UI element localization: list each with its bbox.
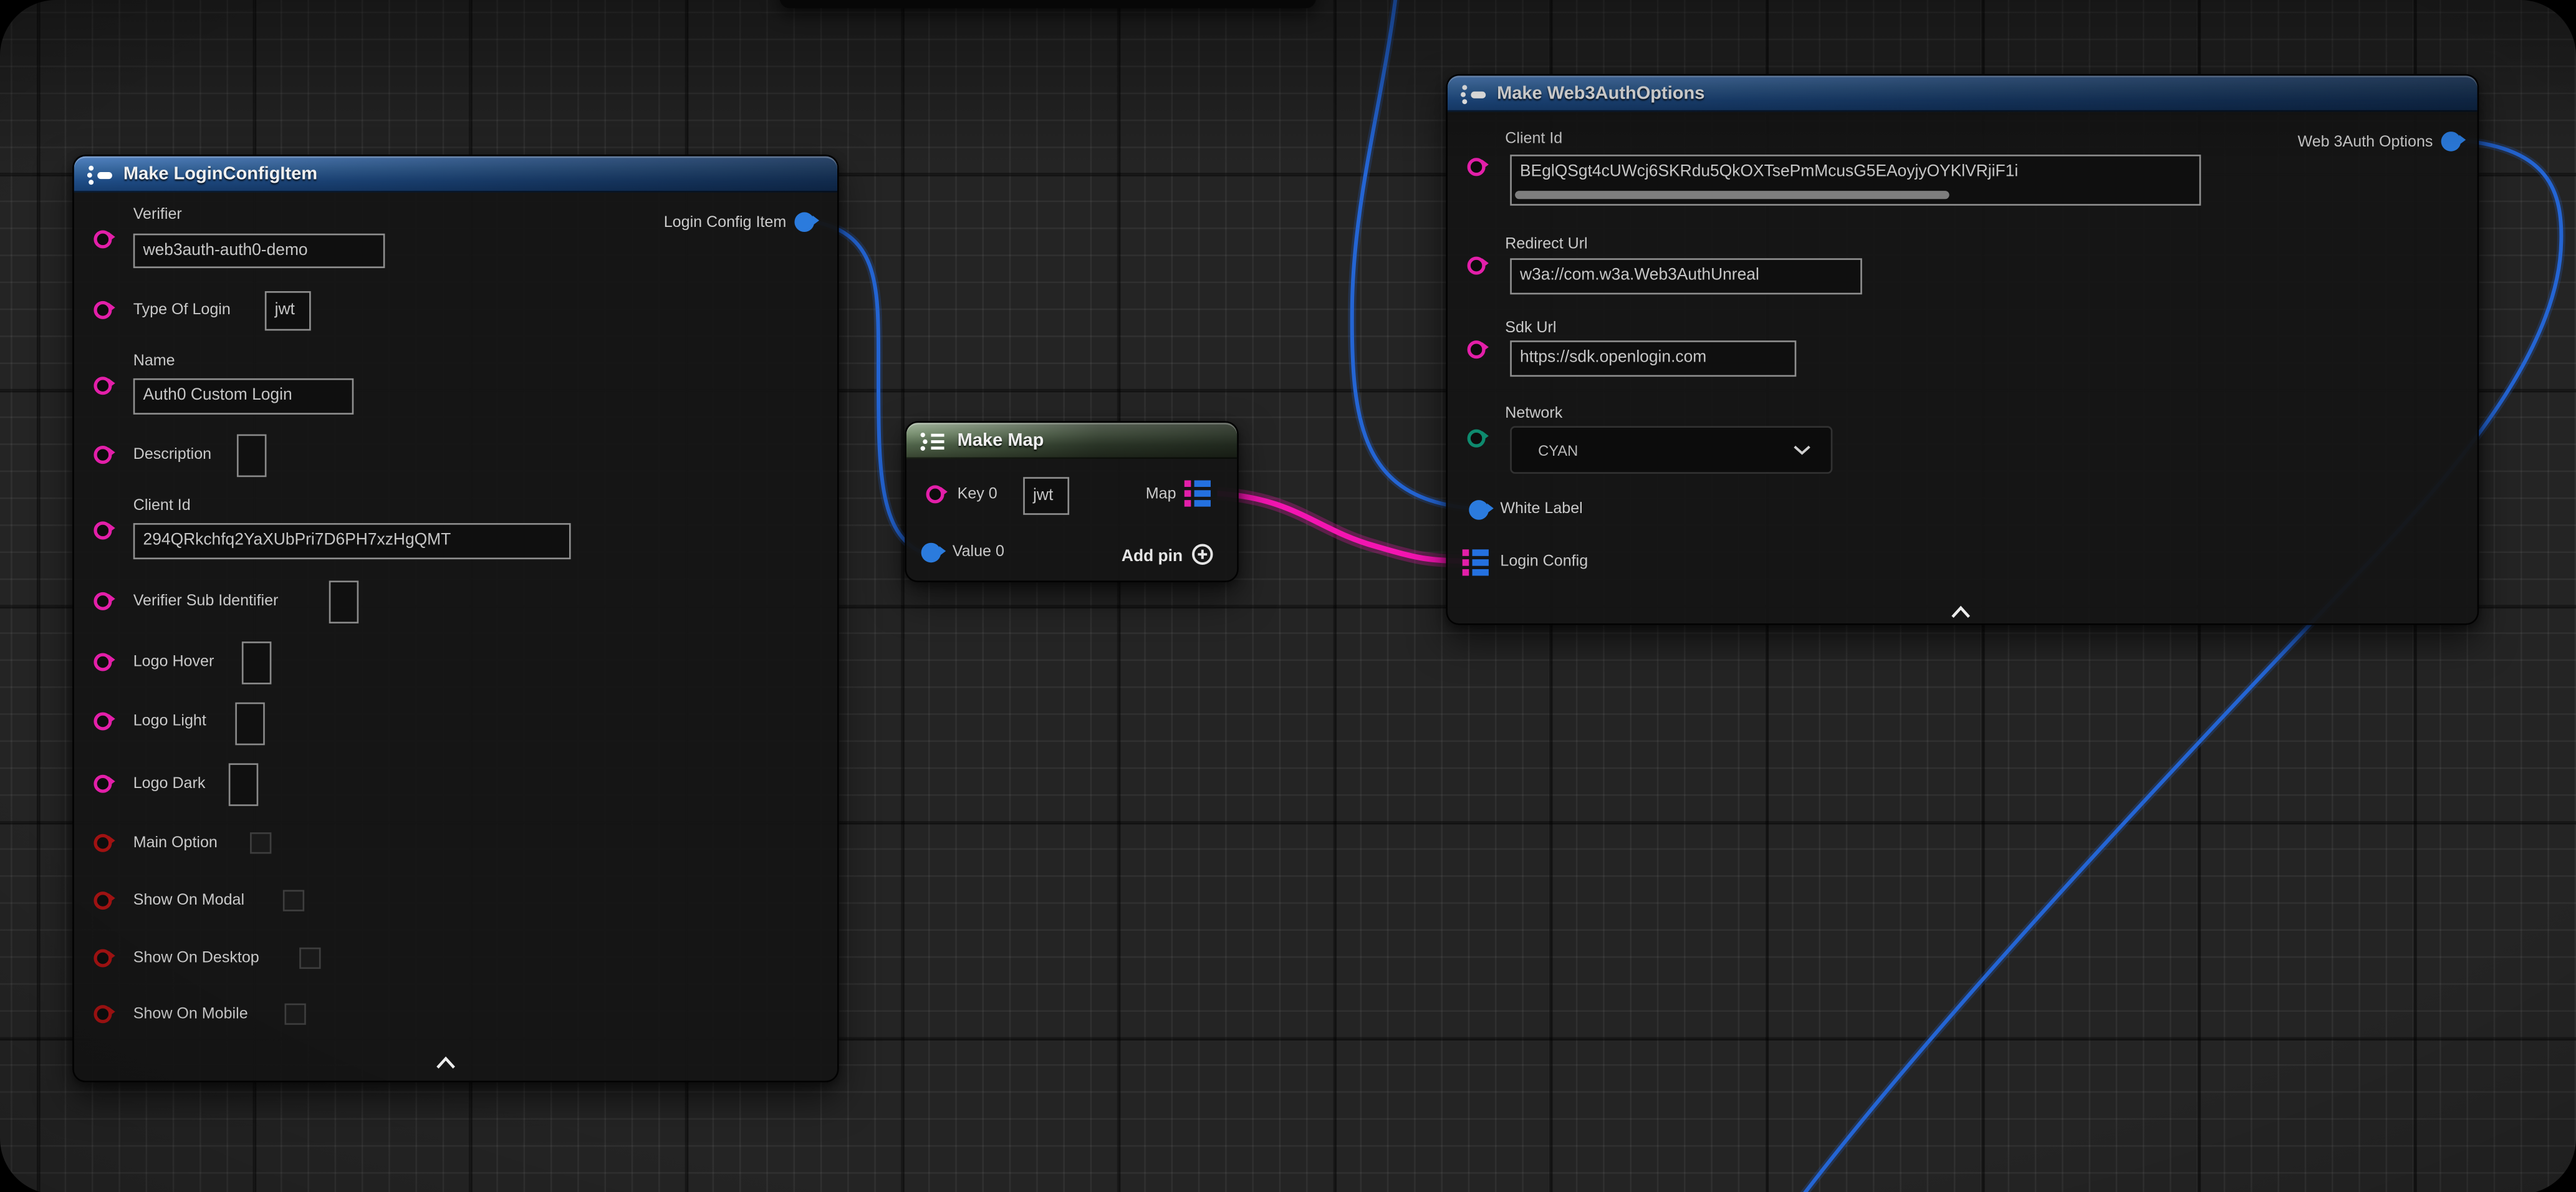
value0-pin[interactable] [921, 543, 941, 563]
node-header[interactable]: Make Map [906, 423, 1237, 459]
node-title: Make LoginConfigItem [123, 165, 317, 185]
redirect-url-input[interactable]: w3a://com.w3a.Web3AuthUnreal [1510, 258, 1862, 294]
node-make-map[interactable]: Make Map Key 0 jwt Map Value 0 Add pin [905, 421, 1239, 582]
client-id-input[interactable]: BEglQSgt4cUWcj6SKRdu5QkOXTsePmMcusG5EAoy… [1510, 155, 2201, 206]
logo-light-label: Logo Light [133, 713, 206, 731]
verifier-input[interactable]: web3auth-auth0-demo [133, 234, 385, 268]
graph-canvas[interactable]: Make LoginConfigItem Login Config Item V… [0, 0, 2576, 1192]
key0-label: Key 0 [958, 485, 997, 503]
blueprint-editor: Make LoginConfigItem Login Config Item V… [0, 0, 2576, 1192]
verifier-label: Verifier [133, 206, 182, 224]
output-pin-label: Web 3Auth Options [2298, 133, 2433, 151]
client-id-label: Client Id [1505, 130, 1562, 148]
network-dropdown[interactable]: CYAN [1510, 426, 1832, 474]
verifier-pin[interactable] [94, 230, 112, 248]
type-of-login-label: Type Of Login [133, 301, 231, 319]
logo-dark-input[interactable] [229, 763, 258, 806]
logo-dark-pin[interactable] [94, 775, 112, 793]
show-on-desktop-pin[interactable] [94, 949, 112, 967]
show-on-desktop-label: Show On Desktop [133, 949, 259, 967]
logo-hover-input[interactable] [242, 642, 271, 685]
add-pin-label: Add pin [1122, 548, 1183, 566]
node-make-web3authoptions[interactable]: Make Web3AuthOptions Web 3Auth Options C… [1446, 74, 2479, 625]
node-title: Make Map [958, 431, 1044, 451]
collapse-chevron-icon[interactable] [1949, 597, 1973, 627]
sdk-url-label: Sdk Url [1505, 319, 1556, 337]
show-on-mobile-pin[interactable] [94, 1005, 112, 1023]
node-make-loginconfigitem[interactable]: Make LoginConfigItem Login Config Item V… [72, 155, 839, 1082]
collapse-chevron-icon[interactable] [435, 1048, 458, 1077]
node-header[interactable]: Make LoginConfigItem [74, 156, 837, 193]
main-option-pin[interactable] [94, 834, 112, 852]
login-config-pin[interactable] [1463, 549, 1491, 577]
type-of-login-pin[interactable] [94, 301, 112, 319]
client-id-pin[interactable] [94, 521, 112, 539]
verifier-sub-identifier-input[interactable] [329, 580, 358, 623]
node-header[interactable]: Make Web3AuthOptions [1448, 75, 2477, 112]
value0-label: Value 0 [953, 543, 1004, 561]
map-output-label: Map [1146, 485, 1176, 503]
network-selected-value: CYAN [1538, 441, 1793, 458]
main-option-label: Main Option [133, 834, 218, 852]
make-map-icon [920, 430, 948, 451]
show-on-modal-checkbox[interactable] [283, 890, 304, 911]
verifier-sub-identifier-pin[interactable] [94, 592, 112, 610]
offscreen-node-edge[interactable] [780, 0, 1316, 8]
network-pin[interactable] [1468, 430, 1486, 448]
logo-hover-label: Logo Hover [133, 653, 214, 671]
client-id-label: Client Id [133, 497, 191, 515]
white-label-label: White Label [1500, 500, 1582, 518]
description-label: Description [133, 446, 211, 464]
redirect-url-pin[interactable] [1468, 257, 1486, 275]
client-id-scrollbar[interactable] [1515, 191, 1949, 199]
logo-light-input[interactable] [235, 703, 264, 746]
main-option-checkbox[interactable] [250, 832, 271, 853]
redirect-url-label: Redirect Url [1505, 235, 1587, 253]
web3auth-options-output-pin[interactable] [2441, 132, 2461, 151]
key0-input[interactable]: jwt [1023, 477, 1069, 515]
logo-light-pin[interactable] [94, 713, 112, 731]
name-input[interactable]: Auth0 Custom Login [133, 378, 354, 415]
logo-dark-label: Logo Dark [133, 775, 206, 793]
name-label: Name [133, 352, 175, 370]
map-output-pin[interactable] [1185, 480, 1213, 508]
description-pin[interactable] [94, 446, 112, 464]
network-label: Network [1505, 405, 1562, 423]
client-id-pin[interactable] [1468, 158, 1486, 176]
description-input[interactable] [237, 435, 266, 478]
logo-hover-pin[interactable] [94, 653, 112, 671]
login-config-item-output-pin[interactable] [794, 212, 814, 232]
show-on-modal-pin[interactable] [94, 892, 112, 910]
add-pin-button[interactable]: Add pin [1122, 543, 1214, 571]
node-title: Make Web3AuthOptions [1497, 84, 1704, 104]
show-on-desktop-checkbox[interactable] [299, 948, 320, 969]
client-id-input[interactable]: 294QRkchfq2YaXUbPri7D6PH7xzHgQMT [133, 523, 571, 559]
chevron-down-icon [1793, 444, 1811, 455]
output-pin-label: Login Config Item [664, 214, 786, 232]
verifier-sub-identifier-label: Verifier Sub Identifier [133, 592, 279, 610]
show-on-modal-label: Show On Modal [133, 892, 244, 910]
sdk-url-input[interactable]: https://sdk.openlogin.com [1510, 340, 1796, 377]
show-on-mobile-label: Show On Mobile [133, 1005, 248, 1023]
type-of-login-input[interactable]: jwt [265, 291, 311, 330]
make-struct-icon [87, 164, 113, 185]
key0-pin[interactable] [926, 485, 944, 503]
make-struct-icon [1461, 83, 1487, 104]
add-pin-plus-icon [1191, 543, 1214, 571]
show-on-mobile-checkbox[interactable] [284, 1004, 305, 1025]
white-label-pin[interactable] [1469, 500, 1489, 520]
name-pin[interactable] [94, 377, 112, 395]
login-config-label: Login Config [1500, 553, 1588, 571]
sdk-url-pin[interactable] [1468, 340, 1486, 358]
